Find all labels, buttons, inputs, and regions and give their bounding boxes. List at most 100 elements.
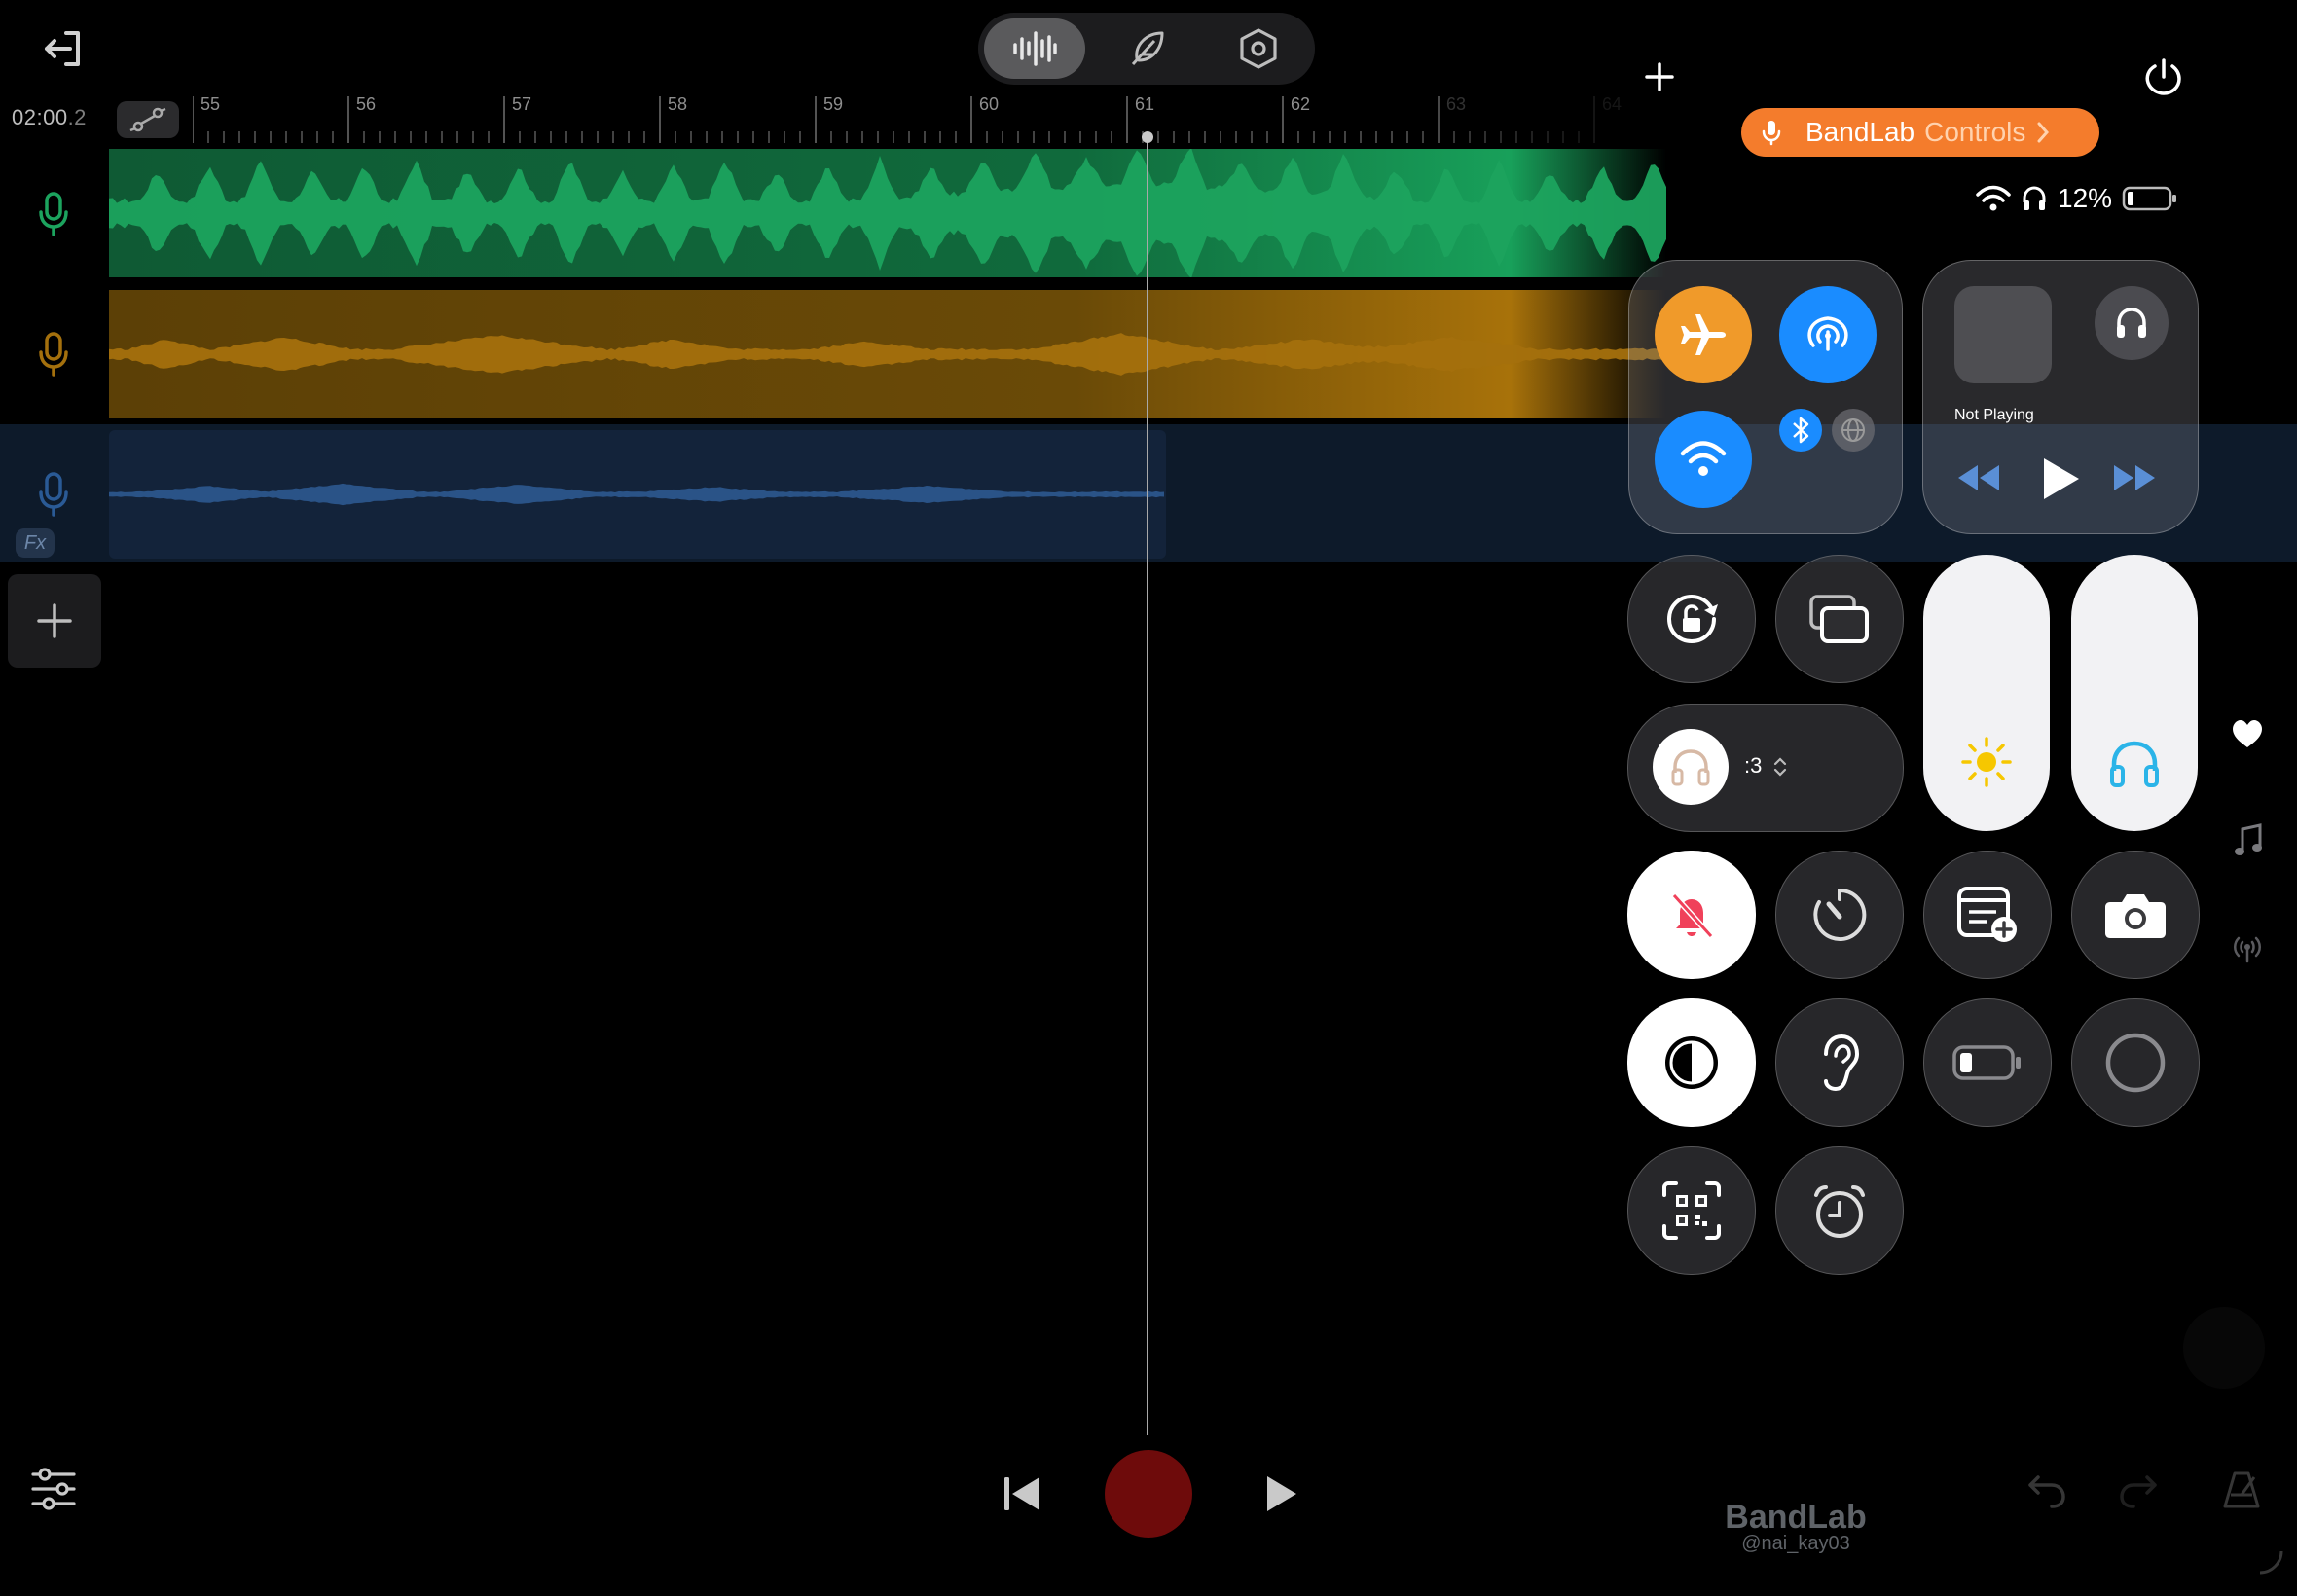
battery-icon — [1952, 1045, 2021, 1080]
code-scanner-button[interactable] — [1627, 1146, 1756, 1275]
ruler-label: 63 — [1446, 94, 1467, 114]
heart-icon[interactable] — [2231, 718, 2264, 749]
record-button[interactable] — [1105, 1450, 1192, 1538]
mixer-button[interactable] — [29, 1465, 78, 1513]
audio-output-button[interactable] — [2095, 286, 2169, 360]
screen-mirroring-icon — [1809, 595, 1869, 643]
hexagon-settings-icon — [1240, 28, 1277, 69]
track-2-mic-button[interactable] — [35, 331, 72, 378]
camera-button[interactable] — [2071, 851, 2200, 979]
album-art — [1954, 286, 2052, 383]
headphones-icon — [2023, 186, 2046, 210]
waveform-mode-button[interactable] — [984, 18, 1085, 79]
battery-icon — [2122, 186, 2177, 211]
resize-handle-icon[interactable] — [2256, 1547, 2285, 1577]
waveform-track-3 — [109, 483, 1164, 506]
rotation-lock-icon — [1666, 594, 1718, 644]
alarm-clock-icon — [1814, 1185, 1865, 1238]
rewind-icon — [1958, 465, 1999, 490]
playhead[interactable] — [1147, 134, 1148, 1435]
media-player-group[interactable]: Not Playing — [1922, 260, 2199, 534]
metronome-icon[interactable] — [2219, 1468, 2264, 1512]
fx-badge[interactable]: Fx — [16, 528, 55, 558]
waveform-track-1 — [109, 149, 1666, 277]
back-button[interactable] — [33, 19, 91, 78]
sun-icon — [1961, 737, 2012, 787]
ruler-label: 60 — [979, 94, 1000, 114]
redo-icon[interactable] — [2116, 1468, 2161, 1512]
ruler-label: 59 — [823, 94, 844, 114]
feather-icon — [1131, 31, 1164, 66]
timer-icon — [1813, 888, 1867, 941]
track-1-mic-button[interactable] — [35, 191, 72, 237]
power-button[interactable] — [2139, 53, 2188, 101]
play-button[interactable] — [1258, 1470, 1304, 1517]
airdrop-toggle[interactable] — [1779, 286, 1877, 383]
timer-button[interactable] — [1775, 851, 1904, 979]
track-3-mic-button[interactable] — [35, 471, 72, 518]
music-note-icon[interactable] — [2233, 823, 2262, 858]
playhead-handle[interactable] — [1142, 131, 1153, 143]
bluetooth-toggle[interactable] — [1779, 409, 1822, 452]
volume-slider[interactable] — [2071, 555, 2198, 831]
control-center-add-button[interactable] — [1637, 54, 1682, 99]
instrument-button-icon[interactable] — [2180, 1304, 2268, 1392]
hearing-button[interactable] — [1775, 998, 1904, 1127]
quick-note-button[interactable] — [1923, 851, 2052, 979]
rotation-lock-toggle[interactable] — [1627, 555, 1756, 683]
alarm-button[interactable] — [1775, 1146, 1904, 1275]
skip-to-start-button[interactable] — [999, 1470, 1045, 1517]
play-pause-button[interactable] — [2038, 455, 2083, 502]
play-icon — [1267, 1476, 1296, 1511]
focus-value-text: :3 — [1744, 753, 1763, 778]
play-icon — [2044, 458, 2079, 499]
audio-region-track-1[interactable] — [109, 149, 1666, 277]
screen-record-icon — [2105, 1033, 2166, 1093]
settings-mode-button[interactable] — [1208, 18, 1309, 79]
wifi-toggle[interactable] — [1655, 411, 1752, 508]
pill-app-name: BandLab — [1805, 117, 1915, 147]
skip-back-icon — [1004, 1477, 1039, 1510]
wifi-icon — [1976, 185, 2011, 211]
quick-note-icon — [1957, 887, 2017, 942]
ear-icon — [1824, 1034, 1860, 1092]
ruler-label: 64 — [1602, 94, 1622, 114]
dark-mode-icon — [1665, 1036, 1718, 1089]
low-power-toggle[interactable] — [1923, 998, 2052, 1127]
pill-controls-label: Controls — [1924, 117, 2026, 147]
time-fraction: .2 — [67, 105, 87, 129]
ruler-label: 56 — [356, 94, 377, 114]
time-readout: 02:00.2 — [12, 105, 87, 130]
cellular-toggle[interactable] — [1832, 409, 1875, 452]
ruler-label: 62 — [1291, 94, 1311, 114]
silent-mode-toggle[interactable] — [1627, 851, 1756, 979]
screen-mirroring-toggle[interactable] — [1775, 555, 1904, 683]
plus-icon — [1645, 62, 1674, 91]
bandlab-watermark: BandLab @nai_kay03 — [1698, 1499, 1893, 1555]
battery-percent: 12% — [2058, 183, 2113, 213]
headphones-focus-icon — [1653, 729, 1729, 805]
connectivity-group — [1628, 260, 1903, 534]
snap-button[interactable] — [117, 101, 179, 138]
antenna-icon[interactable] — [2229, 932, 2266, 963]
audio-region-track-3[interactable] — [109, 430, 1166, 559]
brightness-slider[interactable] — [1923, 555, 2050, 831]
airdrop-icon — [1807, 316, 1848, 351]
add-track-button[interactable] — [8, 574, 101, 668]
snap-icon — [129, 107, 166, 132]
live-activity-pill[interactable]: BandLab Controls — [1741, 108, 2099, 157]
screen-recording-button[interactable] — [2071, 998, 2200, 1127]
time-main: 02:00 — [12, 105, 68, 129]
microphone-icon — [39, 472, 68, 517]
audio-region-track-2[interactable] — [109, 290, 1666, 418]
camera-icon — [2105, 894, 2166, 938]
undo-icon[interactable] — [2024, 1468, 2069, 1512]
chevron-right-icon — [2037, 122, 2050, 143]
airplane-icon — [1681, 314, 1726, 355]
feather-mode-button[interactable] — [1096, 18, 1197, 79]
airplane-mode-toggle[interactable] — [1655, 286, 1752, 383]
previous-track-button[interactable] — [1954, 461, 2003, 494]
timeline-ruler[interactable]: 55 56 57 58 59 60 61 62 63 64 — [193, 92, 1653, 143]
next-track-button[interactable] — [2110, 461, 2159, 494]
dark-mode-toggle[interactable] — [1627, 998, 1756, 1127]
